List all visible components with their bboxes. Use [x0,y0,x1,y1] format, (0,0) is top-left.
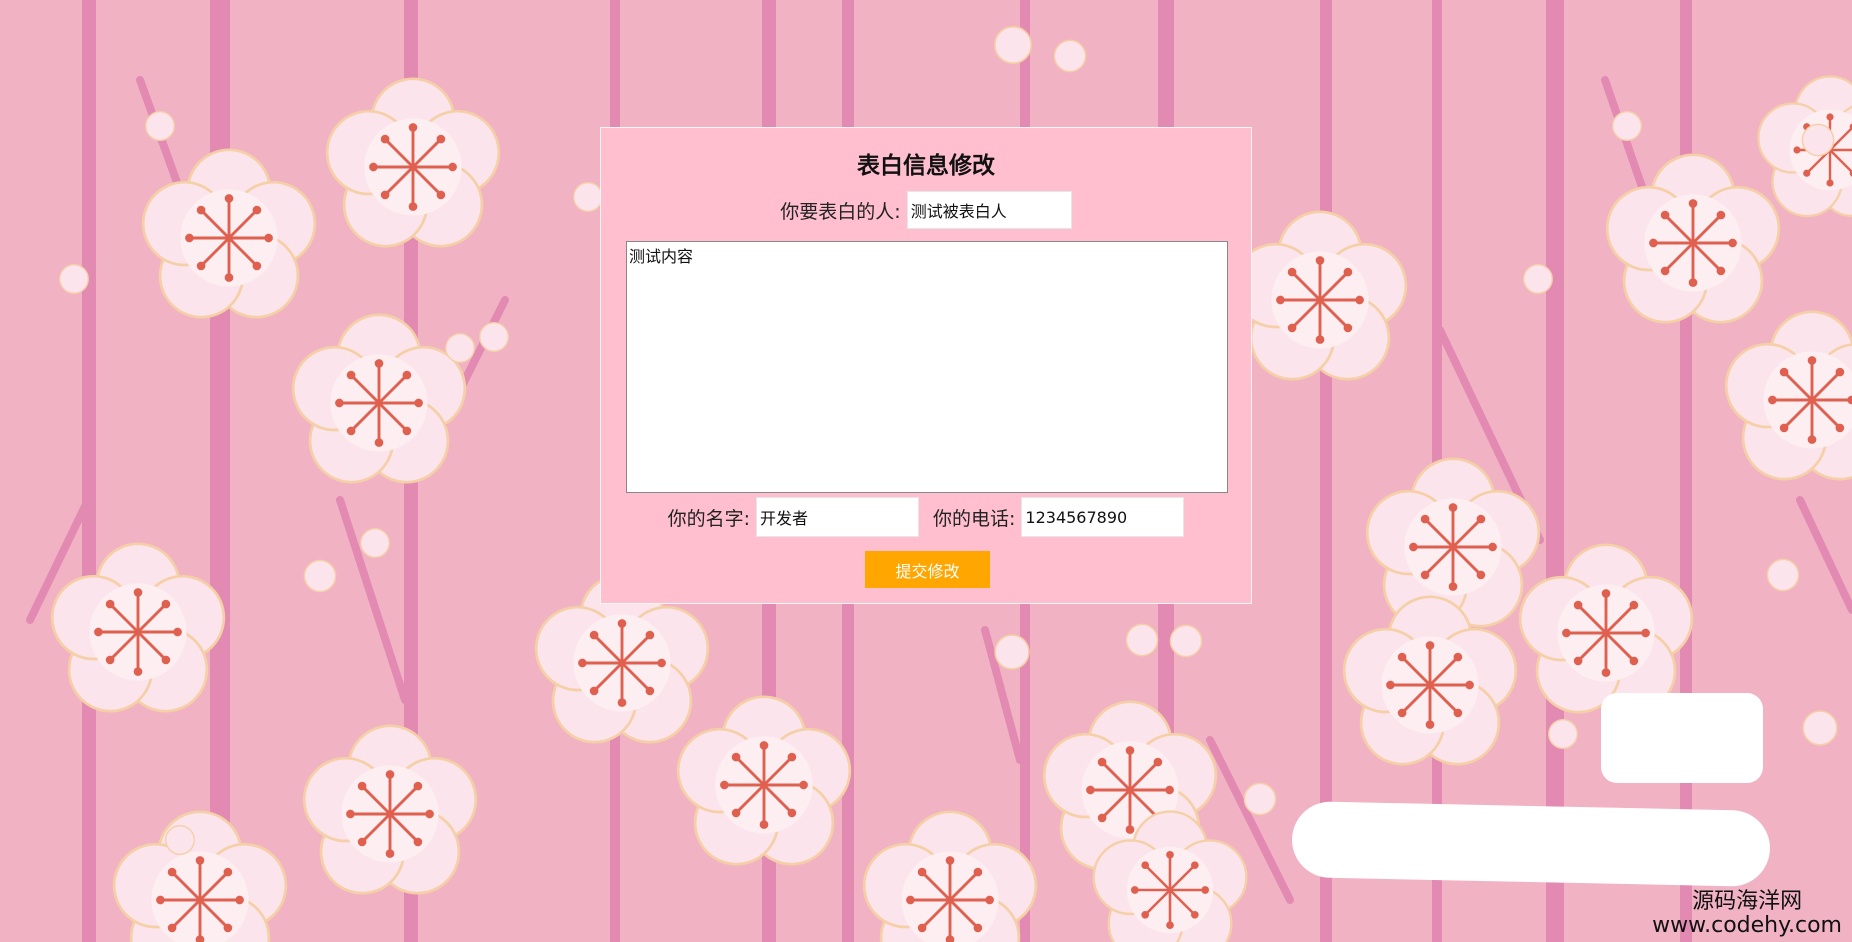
target-row: 你要表白的人: [601,191,1251,229]
phone-input[interactable] [1021,497,1185,537]
watermark-site-url: www.codehy.com [1652,912,1842,938]
content-textarea[interactable]: 测试内容 [626,241,1228,493]
phone-label: 你的电话: [933,507,1016,530]
target-input[interactable] [906,191,1072,229]
info-row: 你的名字: 你的电话: [601,497,1251,537]
target-label: 你要表白的人: [780,200,901,223]
redaction-box [1601,693,1763,783]
redaction-stroke [1291,801,1771,887]
name-input[interactable] [756,497,919,537]
name-label: 你的名字: [667,507,750,530]
panel-title: 表白信息修改 [857,153,995,179]
site-watermark: 源码海洋网 www.codehy.com [1652,888,1842,938]
submit-button[interactable]: 提交修改 [865,551,990,588]
watermark-site-name: 源码海洋网 [1692,888,1803,914]
confession-edit-panel: 表白信息修改 你要表白的人: 测试内容 你的名字: 你的电话: 提交修改 [600,127,1252,604]
